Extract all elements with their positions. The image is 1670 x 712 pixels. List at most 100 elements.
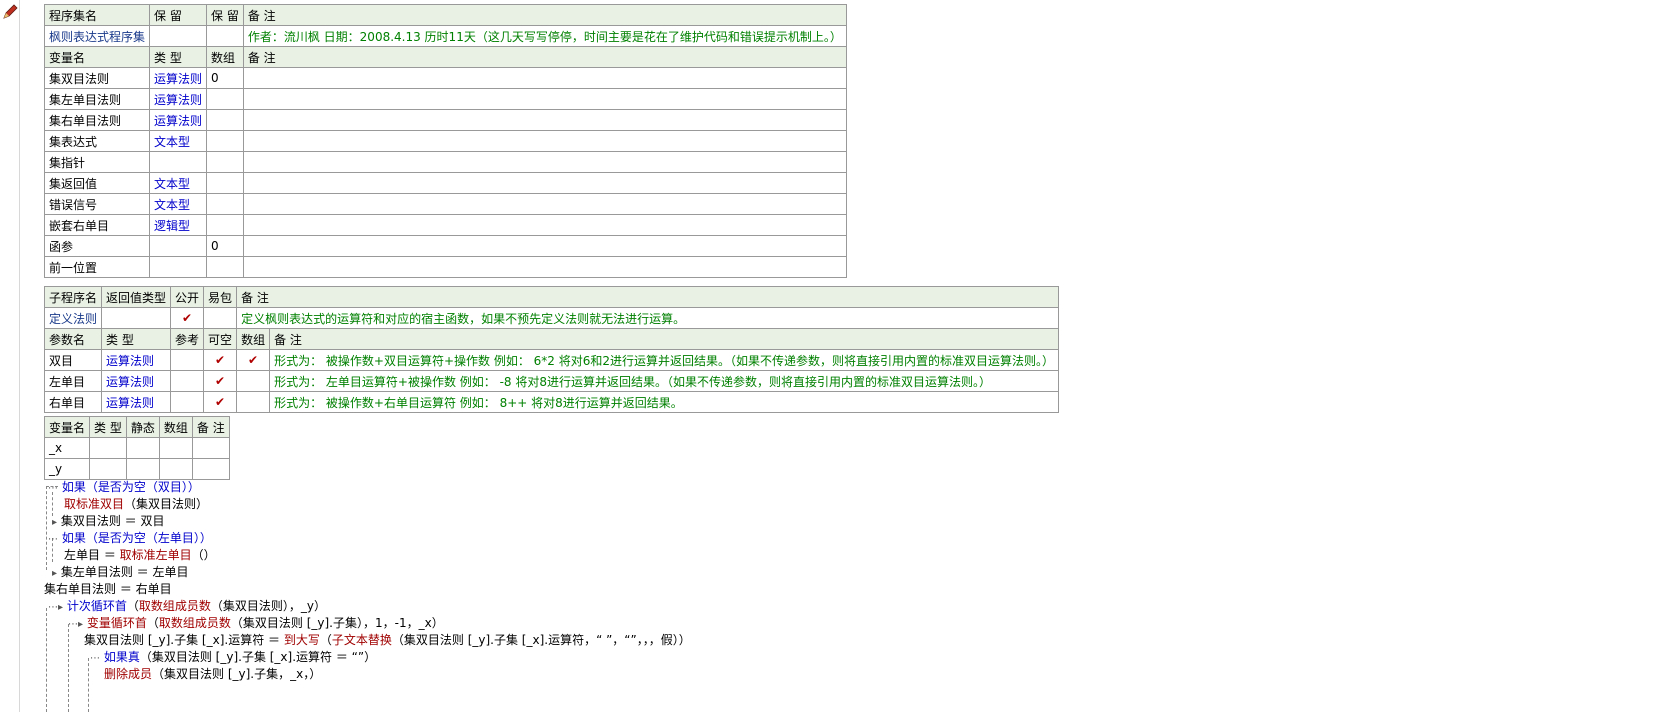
var-note[interactable]: [242, 67, 847, 89]
var-array[interactable]: [206, 130, 244, 152]
table-row[interactable]: 函参 0: [43, 235, 847, 257]
var-name[interactable]: 函参: [43, 235, 151, 257]
param-name[interactable]: 左单目: [43, 370, 103, 392]
assembly-name[interactable]: 枫则表达式程序集: [43, 25, 151, 47]
empty-cell[interactable]: [158, 458, 193, 480]
code-line[interactable]: ▸ 集左单目法则 ＝ 左单目: [52, 563, 189, 581]
var-name[interactable]: 错误信号: [43, 193, 151, 215]
check-icon[interactable]: ✔: [170, 307, 205, 329]
var-note[interactable]: [242, 235, 847, 257]
table-row[interactable]: 集返回值 文本型: [43, 172, 847, 194]
check-icon[interactable]: ✔: [203, 391, 238, 413]
empty-cell[interactable]: [125, 458, 160, 480]
var-note[interactable]: [242, 172, 847, 194]
empty-cell[interactable]: [191, 458, 230, 480]
code-line[interactable]: 删除成员（集双目法则 [_y].子集，_x，）: [104, 665, 321, 683]
var-name[interactable]: 集表达式: [43, 130, 151, 152]
var-type[interactable]: [149, 235, 208, 257]
code-line[interactable]: 取标准双目（集双目法则）: [64, 495, 208, 513]
param-note[interactable]: 形式为： 被操作数+双目运算符+操作数 例如： 6*2 将对6和2进行运算并返回…: [269, 349, 1059, 371]
empty-cell[interactable]: [158, 437, 193, 459]
param-type[interactable]: 运算法则: [101, 391, 172, 413]
subroutine-return-type[interactable]: [101, 307, 172, 329]
table-row[interactable]: 错误信号 文本型: [43, 193, 847, 215]
var-type[interactable]: 文本型: [149, 130, 208, 152]
var-array[interactable]: [206, 193, 244, 215]
code-line[interactable]: ▸ 集双目法则 ＝ 双目: [52, 512, 165, 530]
empty-cell[interactable]: [89, 458, 127, 480]
var-note[interactable]: [242, 256, 847, 278]
table-row[interactable]: 集左单目法则 运算法则: [43, 88, 847, 110]
table-row[interactable]: 左单目 运算法则 ✔ 形式为： 左单目运算符+被操作数 例如： -8 将对8进行…: [43, 370, 1059, 392]
var-note[interactable]: [242, 109, 847, 131]
table-row[interactable]: 集表达式 文本型: [43, 130, 847, 152]
var-type[interactable]: 文本型: [149, 172, 208, 194]
code-line[interactable]: ⋯ 如果（是否为空（左单目））: [48, 529, 212, 547]
var-type[interactable]: 运算法则: [149, 109, 208, 131]
param-ref[interactable]: [170, 349, 205, 371]
var-array[interactable]: 0: [206, 67, 244, 89]
table-row[interactable]: _x: [43, 437, 230, 459]
table-row[interactable]: 集右单目法则 运算法则: [43, 109, 847, 131]
local-name[interactable]: _y: [43, 458, 91, 480]
var-array[interactable]: [206, 214, 244, 236]
subroutine-row[interactable]: 定义法则 ✔ 定义枫则表达式的运算符和对应的宿主函数，如果不预先定义法则就无法进…: [43, 307, 1059, 329]
var-note[interactable]: [242, 214, 847, 236]
empty-cell[interactable]: [125, 437, 160, 459]
table-row[interactable]: 前一位置: [43, 256, 847, 278]
param-array[interactable]: [236, 370, 271, 392]
empty-cell[interactable]: [149, 25, 208, 47]
var-type[interactable]: 运算法则: [149, 67, 208, 89]
var-array[interactable]: [206, 172, 244, 194]
table-row[interactable]: 集双目法则 运算法则 0: [43, 67, 847, 89]
var-type[interactable]: [149, 151, 208, 173]
assembly-note[interactable]: 作者：流川枫 日期：2008.4.13 历时11天（这几天写写停停，时间主要是花…: [242, 25, 847, 47]
code-line[interactable]: ⋯▸ 计次循环首（取数组成员数（集双目法则），_y）: [48, 597, 326, 615]
code-line[interactable]: 集双目法则 [_y].子集 [_x].运算符 ＝ 到大写（子文本替换（集双目法则…: [84, 631, 691, 649]
empty-cell[interactable]: [206, 25, 244, 47]
code-line[interactable]: 左单目 ＝ 取标准左单目（）: [64, 546, 216, 564]
var-name[interactable]: 集指针: [43, 151, 151, 173]
var-name[interactable]: 集双目法则: [43, 67, 151, 89]
var-note[interactable]: [242, 193, 847, 215]
check-icon[interactable]: ✔: [236, 349, 271, 371]
code-line[interactable]: ⋯▸ 变量循环首（取数组成员数（集双目法则 [_y].子集），1，-1，_x）: [68, 614, 444, 632]
var-name[interactable]: 集返回值: [43, 172, 151, 194]
var-type[interactable]: [149, 256, 208, 278]
check-icon[interactable]: ✔: [203, 349, 238, 371]
var-array[interactable]: 0: [206, 235, 244, 257]
table-row[interactable]: 嵌套右单目 逻辑型: [43, 214, 847, 236]
var-name[interactable]: 集右单目法则: [43, 109, 151, 131]
var-type[interactable]: 逻辑型: [149, 214, 208, 236]
empty-cell[interactable]: [89, 437, 127, 459]
check-icon[interactable]: ✔: [203, 370, 238, 392]
var-note[interactable]: [242, 88, 847, 110]
var-array[interactable]: [206, 88, 244, 110]
param-ref[interactable]: [170, 370, 205, 392]
table-row[interactable]: _y: [43, 458, 230, 480]
var-name[interactable]: 嵌套右单目: [43, 214, 151, 236]
subroutine-note[interactable]: 定义枫则表达式的运算符和对应的宿主函数，如果不预先定义法则就无法进行运算。: [236, 307, 1059, 329]
code-line[interactable]: 集右单目法则 ＝ 右单目: [44, 580, 172, 598]
table-row[interactable]: 双目 运算法则 ✔ ✔ 形式为： 被操作数+双目运算符+操作数 例如： 6*2 …: [43, 349, 1059, 371]
param-name[interactable]: 双目: [43, 349, 103, 371]
var-name[interactable]: 集左单目法则: [43, 88, 151, 110]
code-line[interactable]: ⋯ 如果（是否为空（双目））: [48, 478, 200, 496]
var-type[interactable]: 运算法则: [149, 88, 208, 110]
assembly-row[interactable]: 枫则表达式程序集 作者：流川枫 日期：2008.4.13 历时11天（这几天写写…: [43, 25, 847, 47]
var-note[interactable]: [242, 130, 847, 152]
param-note[interactable]: 形式为： 被操作数+右单目运算符 例如： 8++ 将对8进行运算并返回结果。: [269, 391, 1059, 413]
empty-cell[interactable]: [203, 307, 238, 329]
table-row[interactable]: 集指针: [43, 151, 847, 173]
var-array[interactable]: [206, 256, 244, 278]
param-name[interactable]: 右单目: [43, 391, 103, 413]
code-line[interactable]: ⋯ 如果真（集双目法则 [_y].子集 [_x].运算符 ＝ “”）: [90, 648, 376, 666]
empty-cell[interactable]: [191, 437, 230, 459]
var-type[interactable]: 文本型: [149, 193, 208, 215]
param-type[interactable]: 运算法则: [101, 349, 172, 371]
var-name[interactable]: 前一位置: [43, 256, 151, 278]
var-array[interactable]: [206, 151, 244, 173]
local-name[interactable]: _x: [43, 437, 91, 459]
param-note[interactable]: 形式为： 左单目运算符+被操作数 例如： -8 将对8进行运算并返回结果。（如果…: [269, 370, 1059, 392]
table-row[interactable]: 右单目 运算法则 ✔ 形式为： 被操作数+右单目运算符 例如： 8++ 将对8进…: [43, 391, 1059, 413]
